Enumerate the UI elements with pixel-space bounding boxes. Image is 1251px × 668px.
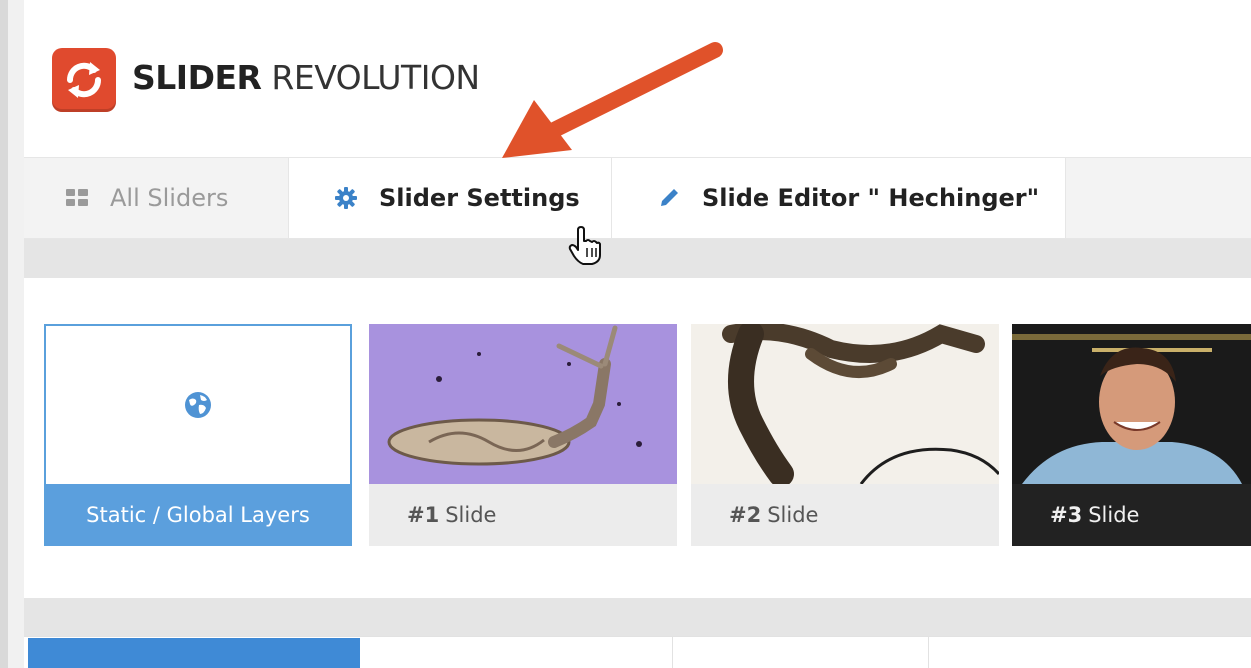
slide-number: #2 [729, 503, 762, 527]
slide-caption: #1 Slide [369, 484, 677, 546]
slide-label: Slide [445, 503, 497, 527]
static-layers-thumb [46, 326, 350, 484]
slide-1-thumbnail [369, 324, 677, 484]
slide-caption: #3 Slide [1012, 484, 1251, 546]
gear-icon [335, 187, 357, 209]
left-rail [0, 0, 8, 668]
slide-card-static-global-layers[interactable]: Static / Global Layers [44, 324, 352, 546]
slide-card-2[interactable]: #2 Slide [691, 324, 999, 546]
slide-number: #3 [1050, 503, 1083, 527]
slider-revolution-logo-icon [52, 48, 116, 112]
slide-caption: #2 Slide [691, 484, 999, 546]
brand-title: SLIDER REVOLUTION [132, 58, 480, 97]
grid-icon [66, 187, 88, 209]
tab-slide-editor[interactable]: Slide Editor " Hechinger" [612, 158, 1066, 238]
brand-bold: SLIDER [132, 58, 262, 97]
slide-label: Slide [1088, 503, 1140, 527]
slide-label: Slide [767, 503, 819, 527]
globe-icon [185, 392, 211, 418]
tab-slide-editor-label: Slide Editor " Hechinger" [702, 184, 1040, 212]
tab-all-sliders[interactable]: All Sliders [24, 158, 288, 238]
side-gap [8, 0, 24, 668]
slide-3-thumbnail [1012, 324, 1251, 484]
slide-card-1[interactable]: #1 Slide [369, 324, 677, 546]
divider [672, 636, 673, 668]
slide-caption: Static / Global Layers [46, 484, 350, 546]
annotation-arrow-icon [502, 42, 723, 158]
bottom-active-tab[interactable] [28, 638, 360, 668]
slide-2-thumbnail [691, 324, 999, 484]
tab-slider-settings-label: Slider Settings [379, 184, 580, 212]
slides-panel: Static / Global Layers #1 Slide #2 Slide… [24, 278, 1251, 598]
tab-bar: All Sliders Slider Settings Slide Editor… [24, 157, 1251, 239]
static-layers-label: Static / Global Layers [86, 503, 310, 527]
tab-all-sliders-label: All Sliders [110, 184, 229, 212]
slide-card-3[interactable]: #3 Slide [1012, 324, 1251, 546]
slide-number: #1 [407, 503, 440, 527]
pencil-icon [658, 187, 680, 209]
hand-cursor-icon [568, 226, 601, 265]
divider [928, 636, 929, 668]
tab-slider-settings[interactable]: Slider Settings [288, 158, 612, 238]
brand-light: REVOLUTION [261, 58, 480, 97]
